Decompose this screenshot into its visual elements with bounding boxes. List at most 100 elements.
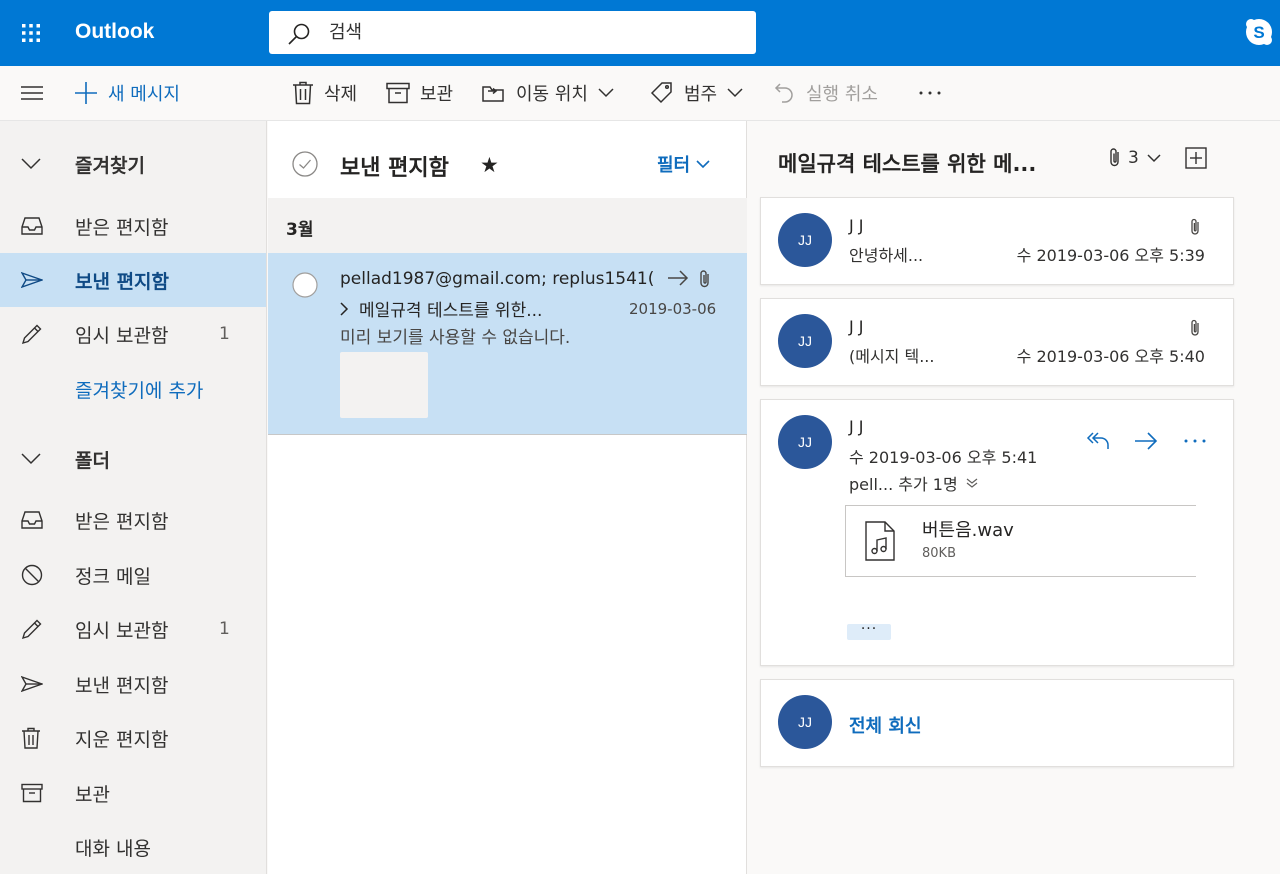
- nav-toggle-button[interactable]: [20, 66, 44, 120]
- categorize-label: 범주: [684, 84, 718, 105]
- sidebar-item-fav-sent[interactable]: 보낸 편지함: [0, 253, 266, 307]
- sidebar-item-label: 받은 편지함: [75, 216, 169, 239]
- chevron-right-icon: [340, 301, 349, 316]
- sidebar-item-label: 보낸 편지함: [75, 674, 169, 697]
- app-launcher-icon[interactable]: [21, 23, 41, 43]
- sidebar-item-label: 임시 보관함: [75, 324, 169, 347]
- message-date: 수 2019-03-06 오후 5:40: [1016, 347, 1205, 366]
- sidebar-item-junk[interactable]: 정크 메일: [0, 548, 266, 602]
- reply-all-card[interactable]: JJ 전체 회신: [760, 679, 1234, 767]
- sidebar-item-fav-inbox[interactable]: 받은 편지함: [0, 199, 266, 253]
- avatar: JJ: [778, 314, 832, 368]
- message-recipients: pellad1987@gmail.com; replus1541(: [340, 269, 655, 289]
- date-group-header: 3월: [268, 198, 747, 253]
- trash-icon: [21, 727, 41, 749]
- message-date: 수 2019-03-06 오후 5:41: [849, 448, 1038, 467]
- message-subject: 메일규격 테스트를 위한...: [340, 296, 542, 321]
- row-checkbox[interactable]: [292, 272, 318, 298]
- new-message-button[interactable]: 새 메시지: [74, 66, 180, 120]
- archive-label: 보관: [420, 84, 454, 105]
- avatar: JJ: [778, 695, 832, 749]
- reply-all-icon[interactable]: [1086, 430, 1110, 452]
- attachment-name: 버튼음.wav: [922, 520, 1014, 541]
- filter-button[interactable]: 필터: [657, 151, 710, 177]
- pencil-icon: [21, 618, 43, 640]
- message-subject-text: 메일규격 테스트를 위한...: [359, 301, 543, 321]
- delete-button[interactable]: 삭제: [292, 66, 357, 120]
- search-box[interactable]: [269, 11, 756, 54]
- message-date: 2019-03-06: [629, 300, 717, 318]
- add-favorite-link[interactable]: 즐겨찾기에 추가: [0, 362, 266, 416]
- new-message-label: 새 메시지: [108, 84, 180, 105]
- search-input[interactable]: [329, 11, 729, 54]
- chevron-down-icon: [21, 158, 41, 170]
- more-icon: [918, 90, 942, 96]
- sidebar-item-label: 임시 보관함: [75, 619, 169, 642]
- folder-pane: 즐겨찾기 받은 편지함 보낸 편지함 임시 보관함 1 즐겨찾기에 추가 폴더 …: [0, 121, 267, 874]
- archive-icon: [386, 82, 410, 104]
- message-preview: 미리 보기를 사용할 수 없습니다.: [340, 328, 571, 348]
- sidebar-item-inbox[interactable]: 받은 편지함: [0, 493, 266, 547]
- attachment-thumbnail[interactable]: [340, 352, 428, 418]
- search-icon: [287, 22, 311, 46]
- list-item[interactable]: pellad1987@gmail.com; replus1541( 메일규격 테…: [268, 253, 747, 435]
- recipients-text: pell... 추가 1명: [849, 475, 958, 494]
- sidebar-item-sent[interactable]: 보낸 편지함: [0, 657, 266, 711]
- filter-label: 필터: [657, 155, 691, 176]
- show-more-button[interactable]: ···: [847, 622, 891, 640]
- message-list-header: 보낸 편지함 ★ 필터: [268, 121, 747, 197]
- attachment-card[interactable]: 버튼음.wav 80KB: [845, 505, 1196, 577]
- reply-all-button[interactable]: 전체 회신: [849, 712, 922, 738]
- archive-button[interactable]: 보관: [386, 66, 453, 120]
- sidebar-item-deleted[interactable]: 지운 편지함: [0, 711, 266, 765]
- paperclip-icon: [1108, 147, 1122, 169]
- hamburger-icon: [20, 83, 44, 103]
- recipients-toggle[interactable]: pell... 추가 1명: [849, 471, 978, 495]
- sidebar-item-drafts[interactable]: 임시 보관함 1: [0, 602, 266, 656]
- sidebar-item-label: 보관: [75, 783, 110, 806]
- delete-label: 삭제: [324, 84, 358, 105]
- favorites-header-label: 즐겨찾기: [75, 154, 145, 177]
- reading-pane: 메일규격 테스트를 위한 메... 3 JJ J J 안녕하세... 수 201…: [748, 121, 1280, 874]
- inbox-icon: [21, 510, 43, 530]
- undo-label: 실행 취소: [806, 84, 878, 105]
- sidebar-item-label: 보낸 편지함: [75, 270, 170, 293]
- app-title[interactable]: Outlook: [75, 20, 154, 44]
- forward-icon[interactable]: [1134, 431, 1158, 451]
- attachment-size: 80KB: [922, 546, 956, 561]
- categorize-button[interactable]: 범주: [650, 66, 743, 120]
- skype-icon[interactable]: S: [1244, 17, 1274, 47]
- sidebar-item-conversation-history[interactable]: 대화 내용: [0, 820, 266, 874]
- double-chevron-down-icon: [966, 477, 978, 489]
- sender-name[interactable]: J J: [849, 417, 864, 436]
- more-actions-button[interactable]: [918, 66, 942, 120]
- folders-header[interactable]: 폴더: [0, 432, 266, 486]
- attachment-count: 3: [1128, 148, 1139, 168]
- chevron-down-icon: [727, 88, 743, 98]
- unread-count: 1: [219, 619, 230, 639]
- undo-button[interactable]: 실행 취소: [774, 66, 878, 120]
- sidebar-item-label: 받은 편지함: [75, 510, 169, 533]
- open-in-new-window-icon[interactable]: [1185, 147, 1207, 169]
- message-card[interactable]: JJ J J (메시지 텍... 수 2019-03-06 오후 5:40: [760, 298, 1234, 386]
- paperclip-icon: [1189, 218, 1201, 237]
- pencil-icon: [21, 323, 43, 345]
- attachments-dropdown[interactable]: 3: [1108, 147, 1161, 169]
- trash-icon: [292, 81, 314, 105]
- favorite-star-icon[interactable]: ★: [480, 153, 499, 177]
- forwarded-icon: [667, 270, 689, 286]
- favorites-header[interactable]: 즐겨찾기: [0, 137, 266, 191]
- move-to-button[interactable]: 이동 위치: [482, 66, 614, 120]
- more-icon[interactable]: [1184, 439, 1206, 443]
- chevron-down-icon: [696, 159, 710, 169]
- svg-text:S: S: [1253, 23, 1264, 42]
- message-card[interactable]: JJ J J 안녕하세... 수 2019-03-06 오후 5:39: [760, 197, 1234, 285]
- add-favorite-label: 즐겨찾기에 추가: [75, 379, 204, 402]
- select-all-checkbox-icon[interactable]: [292, 151, 318, 177]
- paperclip-icon: [698, 269, 712, 289]
- message-snippet: (메시지 텍...: [849, 347, 935, 366]
- expanded-message-card: JJ J J 수 2019-03-06 오후 5:41 pell... 추가 1…: [760, 399, 1234, 666]
- archive-icon: [21, 783, 43, 803]
- sidebar-item-archive[interactable]: 보관: [0, 766, 266, 820]
- sidebar-item-fav-drafts[interactable]: 임시 보관함 1: [0, 307, 266, 361]
